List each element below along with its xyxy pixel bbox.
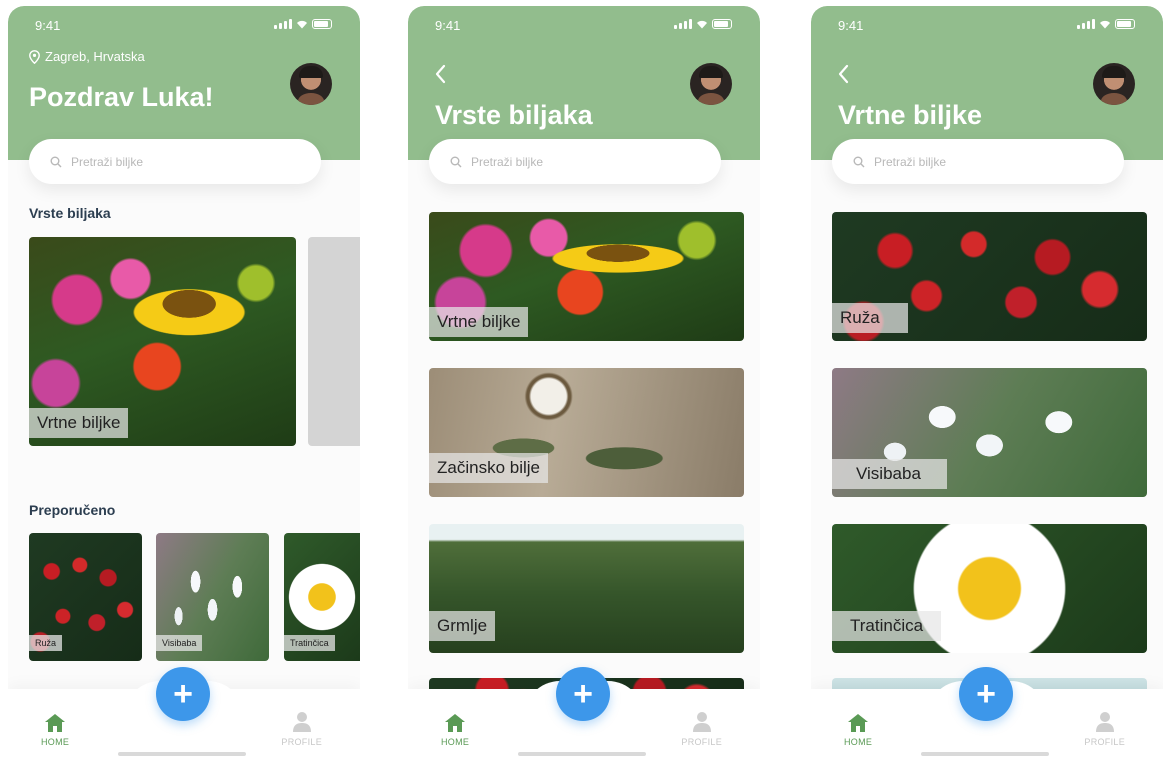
nav-profile-label: PROFILE: [1084, 737, 1125, 747]
status-icons: [274, 19, 332, 29]
nav-profile[interactable]: PROFILE: [281, 711, 322, 747]
plant-types-screen: 9:41 Vrste biljaka Vrtne biljke Začinsko…: [408, 6, 760, 757]
search-icon: [853, 156, 865, 167]
section-title-types: Vrste biljaka: [29, 205, 111, 221]
nav-home-label: HOME: [441, 737, 470, 747]
status-icons: [1077, 19, 1135, 29]
greeting: Pozdrav Luka!: [29, 82, 214, 112]
card-label: Začinsko bilje: [429, 453, 548, 483]
search-icon: [450, 156, 462, 167]
nav-home[interactable]: HOME: [41, 713, 69, 747]
plant-type-card-next[interactable]: [308, 237, 360, 446]
avatar[interactable]: [690, 63, 732, 105]
nav-profile-label: PROFILE: [681, 737, 722, 747]
back-chevron-icon[interactable]: [836, 63, 852, 85]
page-title: Vrtne biljke: [838, 100, 983, 130]
location-label: Zagreb, Hrvatska: [45, 49, 145, 64]
location[interactable]: Zagreb, Hrvatska: [29, 49, 145, 64]
page-title: Vrste biljaka: [435, 100, 593, 130]
profile-icon: [292, 712, 311, 732]
search-bar[interactable]: [429, 139, 721, 184]
status-icons: [674, 19, 732, 29]
profile-icon: [1095, 712, 1114, 732]
garden-plants-screen: 9:41 Vrtne biljke Ruža Visibaba Tratinči…: [811, 6, 1163, 757]
battery-icon: [712, 19, 732, 29]
card-label: Tratinčica: [832, 611, 942, 641]
card-label: Vrtne biljke: [429, 307, 529, 337]
back-chevron-icon[interactable]: [433, 63, 449, 85]
plant-card[interactable]: Visibaba: [832, 368, 1147, 497]
nav-profile-label: PROFILE: [281, 737, 322, 747]
recommended-card[interactable]: Visibaba: [156, 533, 269, 661]
card-label: Ruža: [29, 635, 63, 651]
recommended-card[interactable]: Tratinčica: [284, 533, 360, 661]
card-label: Vrtne biljke: [29, 408, 129, 438]
plant-type-card[interactable]: Vrtne biljke: [429, 212, 744, 341]
header: 9:41 Vrtne biljke: [811, 6, 1163, 160]
nav-home-label: HOME: [844, 737, 873, 747]
nav-profile[interactable]: PROFILE: [681, 711, 722, 747]
home-icon: [848, 714, 869, 732]
section-title-recommended: Preporučeno: [29, 502, 116, 518]
home-icon: [445, 714, 466, 732]
search-bar[interactable]: [29, 139, 321, 184]
search-input[interactable]: [471, 154, 671, 169]
home-indicator: [921, 752, 1049, 756]
card-label: Ruža: [832, 303, 908, 333]
battery-icon: [1115, 19, 1135, 29]
plant-type-card[interactable]: Vrtne biljke: [29, 237, 296, 446]
home-icon: [45, 714, 66, 732]
wifi-icon: [297, 20, 307, 29]
location-pin-icon: [29, 49, 40, 64]
add-plant-button[interactable]: +: [556, 667, 610, 721]
plant-type-card[interactable]: Začinsko bilje: [429, 368, 744, 497]
nav-home[interactable]: HOME: [844, 713, 872, 747]
card-label: Grmlje: [429, 611, 496, 641]
wifi-icon: [1100, 20, 1110, 29]
header: 9:41 Vrste biljaka: [408, 6, 760, 160]
home-screen: 9:41 Zagreb, Hrvatska Pozdrav Luka! Vrst…: [8, 6, 360, 757]
signal-icon: [274, 19, 292, 29]
status-time: 9:41: [435, 18, 461, 33]
home-indicator: [118, 752, 246, 756]
plant-card[interactable]: Ruža: [832, 212, 1147, 341]
battery-icon: [312, 19, 332, 29]
search-bar[interactable]: [832, 139, 1124, 184]
nav-home[interactable]: HOME: [441, 713, 469, 747]
status-time: 9:41: [35, 18, 61, 33]
recommended-card[interactable]: Ruža: [29, 533, 142, 661]
wifi-icon: [697, 20, 707, 29]
avatar[interactable]: [1093, 63, 1135, 105]
header: 9:41 Zagreb, Hrvatska Pozdrav Luka!: [8, 6, 360, 160]
home-indicator: [518, 752, 646, 756]
search-icon: [50, 156, 62, 167]
signal-icon: [1077, 19, 1095, 29]
nav-home-label: HOME: [41, 737, 70, 747]
card-label: Tratinčica: [284, 635, 335, 651]
plant-type-card[interactable]: Grmlje: [429, 524, 744, 653]
add-plant-button[interactable]: +: [959, 667, 1013, 721]
plant-card[interactable]: Tratinčica: [832, 524, 1147, 653]
add-plant-button[interactable]: +: [156, 667, 210, 721]
card-label: Visibaba: [156, 635, 203, 651]
search-input[interactable]: [874, 154, 1074, 169]
search-input[interactable]: [71, 154, 271, 169]
signal-icon: [674, 19, 692, 29]
avatar[interactable]: [290, 63, 332, 105]
profile-icon: [692, 712, 711, 732]
status-time: 9:41: [838, 18, 864, 33]
card-label: Visibaba: [832, 459, 947, 489]
nav-profile[interactable]: PROFILE: [1084, 711, 1125, 747]
